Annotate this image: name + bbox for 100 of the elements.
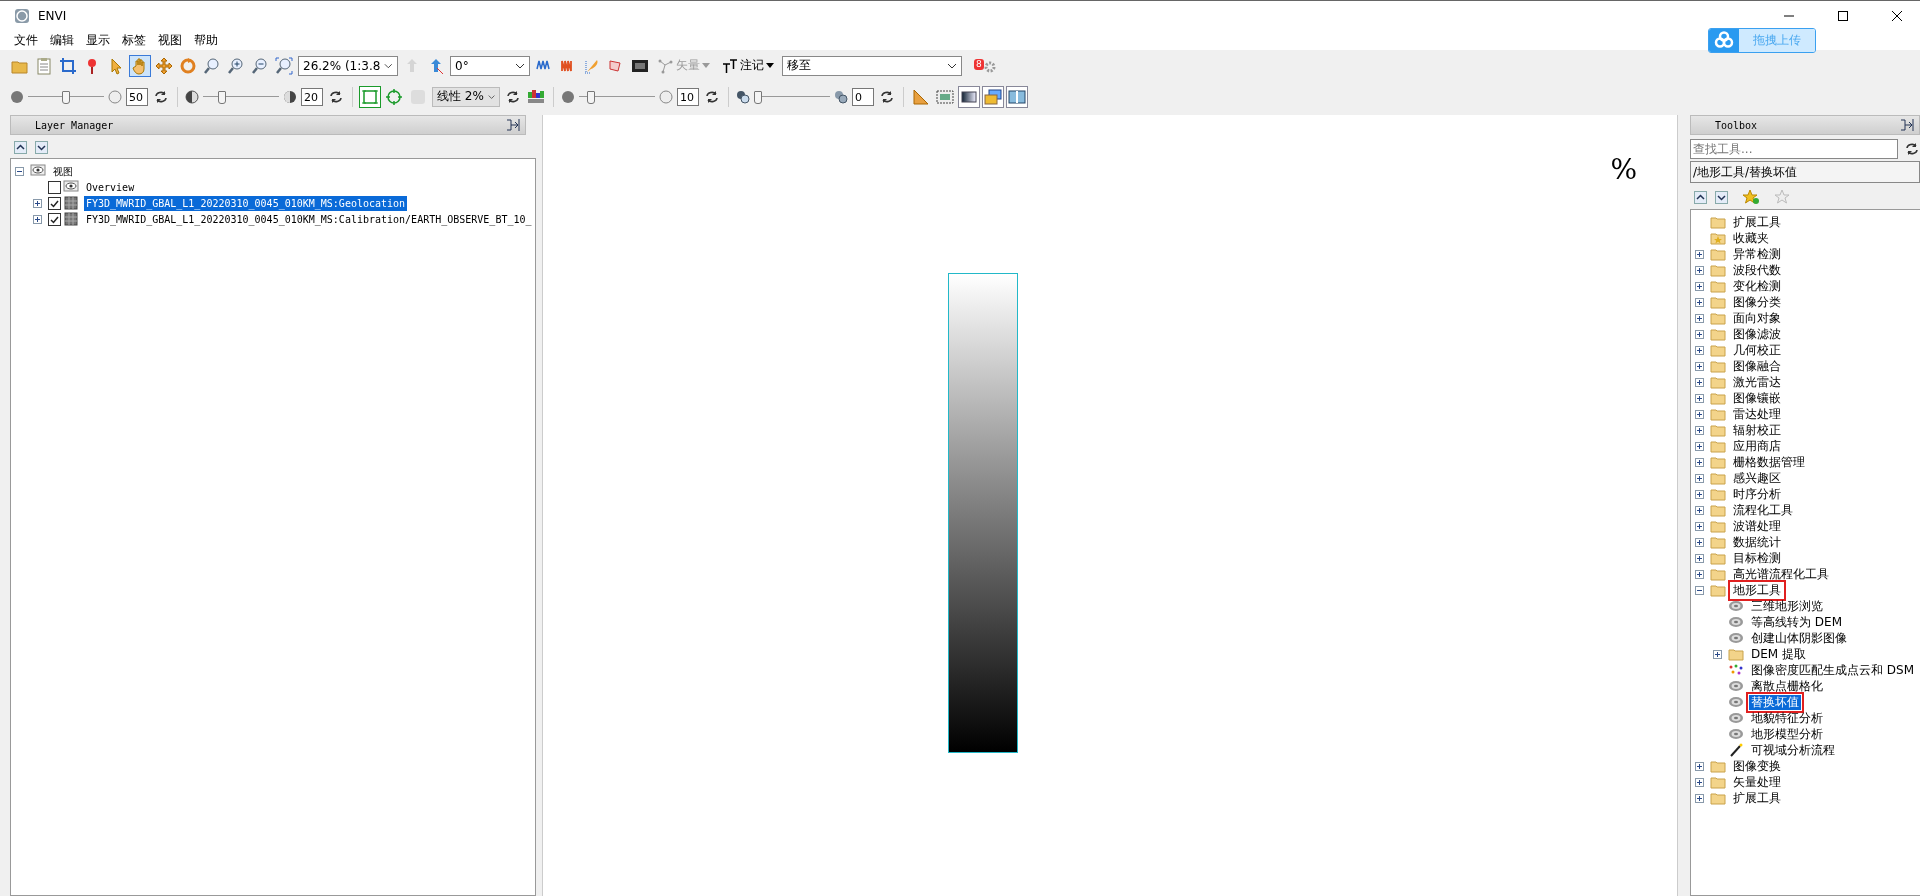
tree-item[interactable]: FY3D_MWRID_GBAL_L1_20220310_0045_010KM_MS:Geolocation bbox=[84, 195, 408, 211]
dock-icon[interactable] bbox=[505, 118, 521, 132]
tree-item[interactable]: 图像镶嵌 bbox=[1731, 390, 1783, 406]
tree-item[interactable]: 地形工具 bbox=[1731, 582, 1783, 598]
expand-icon[interactable] bbox=[1695, 457, 1704, 467]
tree-item[interactable]: 等高线转为 DEM bbox=[1749, 614, 1844, 630]
tree-item[interactable]: 扩展工具 bbox=[1731, 790, 1783, 806]
zoom-dropdown[interactable]: 26.2% (1:3.8 bbox=[298, 55, 398, 76]
tree-item[interactable]: 波段代数 bbox=[1731, 262, 1783, 278]
tree-item[interactable]: 变化检测 bbox=[1731, 278, 1783, 294]
rotate-icon[interactable] bbox=[178, 55, 198, 76]
frame-icon[interactable] bbox=[384, 86, 404, 107]
move-icon[interactable] bbox=[154, 55, 174, 76]
menu-item[interactable]: 标签 bbox=[122, 31, 146, 49]
goto-dropdown[interactable]: 移至 bbox=[782, 55, 962, 76]
value-field[interactable]: 0 bbox=[852, 87, 874, 106]
expand-icon[interactable] bbox=[1695, 361, 1704, 371]
tree-item[interactable]: 高光谱流程化工具 bbox=[1731, 566, 1831, 582]
expand-icon[interactable] bbox=[1695, 249, 1704, 259]
tree-item[interactable]: 收藏夹 bbox=[1731, 230, 1771, 246]
tree-item[interactable]: 视图 bbox=[51, 163, 75, 179]
expand-icon[interactable] bbox=[1695, 793, 1704, 803]
expand-icon[interactable] bbox=[1695, 393, 1704, 403]
dock-icon[interactable] bbox=[1899, 118, 1915, 132]
tree-item[interactable]: Overview bbox=[84, 179, 137, 195]
checkbox[interactable] bbox=[48, 212, 61, 226]
tree-item[interactable]: 矢量处理 bbox=[1731, 774, 1783, 790]
value-field[interactable]: 50 bbox=[126, 87, 148, 106]
expand-icon[interactable] bbox=[1695, 553, 1704, 563]
menu-item[interactable]: 显示 bbox=[86, 31, 110, 49]
expand-icon[interactable] bbox=[1695, 761, 1704, 771]
rotation-dropdown[interactable]: 0° bbox=[450, 55, 530, 76]
expand-icon[interactable] bbox=[1713, 649, 1722, 659]
expand-icon[interactable] bbox=[1695, 281, 1704, 291]
expand-icon[interactable] bbox=[1695, 313, 1704, 323]
tree-item[interactable]: 扩展工具 bbox=[1731, 214, 1783, 230]
value-field[interactable]: 10 bbox=[677, 87, 699, 106]
tree-item[interactable]: 图像滤波 bbox=[1731, 326, 1783, 342]
tree-item[interactable]: DEM 提取 bbox=[1749, 646, 1808, 662]
tree-item[interactable]: 几何校正 bbox=[1731, 342, 1783, 358]
zoom-fit-icon[interactable] bbox=[274, 55, 294, 76]
tree-item[interactable]: 应用商店 bbox=[1731, 438, 1783, 454]
menu-item[interactable]: 编辑 bbox=[50, 31, 74, 49]
checkbox[interactable] bbox=[48, 180, 61, 194]
maximize-icon[interactable] bbox=[1836, 8, 1850, 23]
tree-item[interactable]: 离散点栅格化 bbox=[1749, 678, 1825, 694]
expand-icon[interactable] bbox=[1695, 377, 1704, 387]
tree-item[interactable]: 雷达处理 bbox=[1731, 406, 1783, 422]
tree-item[interactable]: 目标检测 bbox=[1731, 550, 1783, 566]
expand-icon[interactable] bbox=[1695, 409, 1704, 419]
hand-icon[interactable] bbox=[130, 55, 150, 76]
crop-icon[interactable] bbox=[58, 55, 78, 76]
tree-item[interactable]: 创建山体阴影图像 bbox=[1749, 630, 1849, 646]
menu-item[interactable]: 文件 bbox=[14, 31, 38, 49]
tree-item[interactable]: 异常检测 bbox=[1731, 246, 1783, 262]
expand-icon[interactable] bbox=[1695, 345, 1704, 355]
expand-icon[interactable] bbox=[33, 214, 42, 224]
expand-icon[interactable] bbox=[33, 198, 42, 208]
stretch-dropdown[interactable]: 线性 2% bbox=[432, 86, 500, 107]
gradient-icon[interactable] bbox=[959, 86, 979, 107]
frame-icon[interactable] bbox=[360, 86, 380, 107]
tree-item[interactable]: 辐射校正 bbox=[1731, 422, 1783, 438]
tree-item[interactable]: 时序分析 bbox=[1731, 486, 1783, 502]
zoom-icon[interactable] bbox=[202, 55, 222, 76]
tree-item[interactable]: 感兴趣区 bbox=[1731, 470, 1783, 486]
expand-icon[interactable] bbox=[1695, 425, 1704, 435]
value-field[interactable]: 20 bbox=[301, 87, 323, 106]
move-down-icon[interactable] bbox=[1715, 190, 1728, 204]
move-up-icon[interactable] bbox=[1694, 190, 1707, 204]
clipboard-icon[interactable] bbox=[34, 55, 54, 76]
expand-icon[interactable] bbox=[1695, 265, 1704, 275]
collapse-icon[interactable] bbox=[15, 166, 24, 176]
menu-item[interactable]: 视图 bbox=[158, 31, 182, 49]
expand-icon[interactable] bbox=[1695, 521, 1704, 531]
expand-icon[interactable] bbox=[1695, 297, 1704, 307]
tree-item[interactable]: 图像密度匹配生成点云和 DSM bbox=[1749, 662, 1917, 678]
search-field[interactable]: 查找工具... bbox=[1690, 139, 1898, 159]
tree-item[interactable]: 波谱处理 bbox=[1731, 518, 1783, 534]
move-down-icon[interactable] bbox=[35, 141, 48, 154]
tree-item[interactable]: 图像分类 bbox=[1731, 294, 1783, 310]
collapse-icon[interactable] bbox=[1695, 585, 1704, 595]
tree-item[interactable]: 地貌特征分析 bbox=[1749, 710, 1825, 726]
expand-icon[interactable] bbox=[1695, 441, 1704, 451]
tree-item[interactable]: 可视域分析流程 bbox=[1749, 742, 1837, 758]
tree-item[interactable]: 替换坏值 bbox=[1749, 694, 1801, 710]
tree-item[interactable]: 地形模型分析 bbox=[1749, 726, 1825, 742]
tree-item[interactable]: 图像变换 bbox=[1731, 758, 1783, 774]
slider-thumb[interactable] bbox=[62, 90, 70, 104]
tree-item[interactable]: 三维地形浏览 bbox=[1749, 598, 1825, 614]
zoom-out-icon[interactable] bbox=[250, 55, 270, 76]
slider-thumb[interactable] bbox=[587, 90, 596, 104]
tree-item[interactable]: 流程化工具 bbox=[1731, 502, 1795, 518]
add-favorite-icon[interactable] bbox=[1742, 189, 1760, 205]
tree-item[interactable]: 激光雷达 bbox=[1731, 374, 1783, 390]
close-icon[interactable] bbox=[1890, 8, 1904, 23]
expand-icon[interactable] bbox=[1695, 473, 1704, 483]
zoom-in-icon[interactable] bbox=[226, 55, 246, 76]
images-icon[interactable] bbox=[983, 86, 1003, 107]
expand-icon[interactable] bbox=[1695, 569, 1704, 579]
move-up-icon[interactable] bbox=[14, 141, 27, 154]
